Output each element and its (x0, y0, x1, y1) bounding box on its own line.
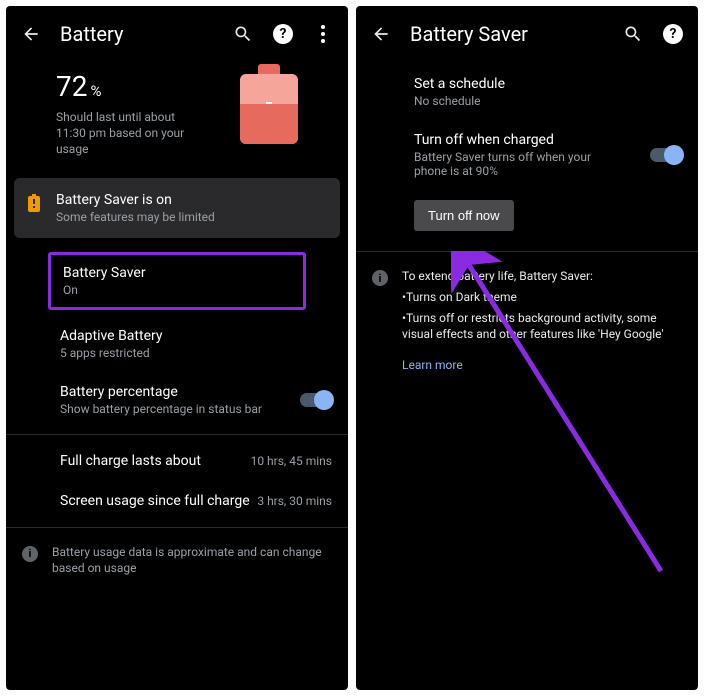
battery-settings-screen: Battery ? 72% Should last until about 11… (6, 6, 348, 690)
back-icon[interactable] (370, 23, 392, 45)
turn-off-when-charged-toggle[interactable] (650, 148, 682, 162)
adaptive-battery-row[interactable]: Adaptive Battery 5 apps restricted (6, 316, 348, 372)
turn-off-when-charged-row[interactable]: Turn off when charged Battery Saver turn… (356, 120, 698, 190)
overflow-menu-icon[interactable] (312, 23, 334, 45)
banner-subtitle: Some features may be limited (56, 210, 215, 224)
full-charge-value: 10 hrs, 45 mins (251, 454, 332, 468)
battery-saver-info: i To extend battery life, Battery Saver:… (356, 258, 698, 384)
divider (6, 527, 348, 528)
search-icon[interactable] (232, 23, 254, 45)
page-title: Battery (60, 22, 214, 46)
battery-illustration (240, 64, 298, 144)
battery-alert-icon (28, 194, 40, 216)
battery-hero: 72% Should last until about 11:30 pm bas… (6, 56, 348, 178)
back-icon[interactable] (20, 23, 42, 45)
help-icon[interactable]: ? (662, 23, 684, 45)
battery-percentage-toggle[interactable] (300, 393, 332, 407)
turn-off-now-button[interactable]: Turn off now (414, 200, 514, 231)
info-icon: i (22, 546, 38, 562)
app-bar: Battery Saver ? (356, 6, 698, 56)
page-title: Battery Saver (410, 22, 604, 46)
battery-saver-banner[interactable]: Battery Saver is on Some features may be… (14, 178, 340, 238)
footer-info: i Battery usage data is approximate and … (6, 534, 348, 588)
help-icon[interactable]: ? (272, 23, 294, 45)
divider (356, 251, 698, 252)
banner-title: Battery Saver is on (56, 192, 215, 208)
app-bar: Battery ? (6, 6, 348, 56)
battery-saver-screen: Battery Saver ? Set a schedule No schedu… (356, 6, 698, 690)
info-icon: i (372, 270, 388, 286)
learn-more-link[interactable]: Learn more (402, 357, 463, 374)
battery-percentage-row[interactable]: Battery percentage Show battery percenta… (6, 372, 348, 428)
battery-estimate: Should last until about 11:30 pm based o… (56, 109, 206, 158)
set-schedule-row[interactable]: Set a schedule No schedule (356, 56, 698, 120)
search-icon[interactable] (622, 23, 644, 45)
battery-saver-row[interactable]: Battery Saver On (48, 252, 306, 310)
battery-percent: 72% (56, 70, 232, 103)
screen-usage-row[interactable]: Screen usage since full charge 3 hrs, 30… (6, 481, 348, 521)
screen-usage-value: 3 hrs, 30 mins (257, 494, 332, 508)
divider (6, 434, 348, 435)
full-charge-row[interactable]: Full charge lasts about 10 hrs, 45 mins (6, 441, 348, 481)
